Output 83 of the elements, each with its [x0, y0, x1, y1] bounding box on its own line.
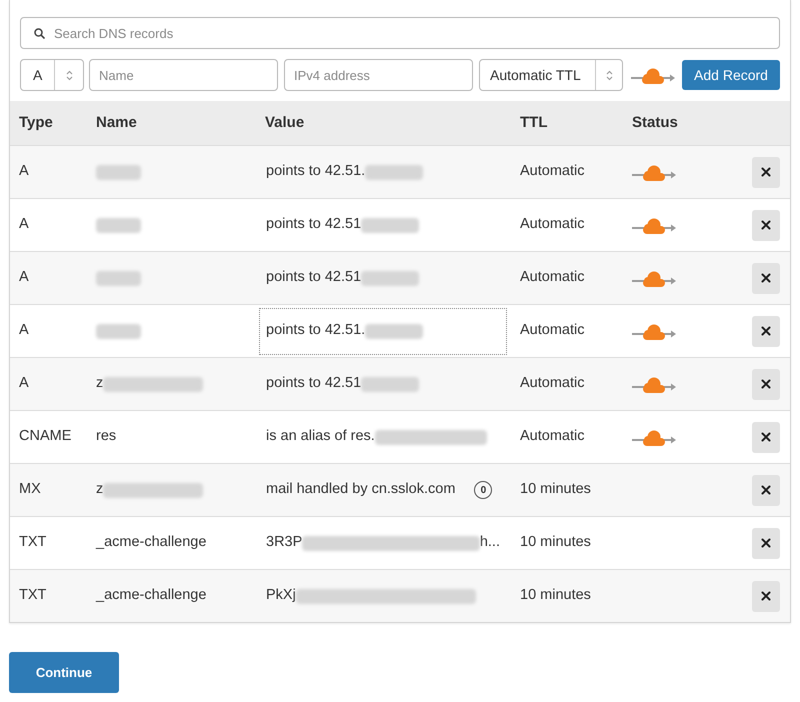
record-value: PkXj	[266, 586, 296, 606]
record-value: points to 42.51	[266, 215, 362, 234]
record-name: z	[96, 480, 104, 500]
record-type: TXT	[19, 587, 46, 604]
close-icon	[761, 432, 771, 442]
record-ttl: Automatic	[520, 163, 584, 180]
record-ttl: 10 minutes	[520, 587, 591, 604]
value-cell[interactable]: points to 42.51	[259, 254, 507, 302]
type-select[interactable]: A	[20, 59, 84, 91]
stepper-icon	[66, 70, 72, 80]
cloud-proxy-icon[interactable]	[632, 164, 676, 180]
close-icon	[761, 379, 771, 389]
close-icon	[761, 220, 771, 230]
delete-button[interactable]	[752, 156, 780, 188]
record-value: points to 42.51.	[266, 321, 366, 340]
search-icon	[34, 28, 45, 39]
ipv4-address-field[interactable]: IPv4 address	[284, 59, 473, 91]
record-value: 3R3P	[266, 533, 302, 552]
record-ttl: Automatic	[520, 428, 584, 444]
record-type: A	[19, 322, 29, 338]
delete-button[interactable]	[752, 474, 780, 506]
name-field[interactable]: Name	[89, 59, 278, 91]
record-value: points to 42.51.	[266, 162, 366, 182]
delete-button[interactable]	[752, 316, 780, 346]
record-ttl: Automatic	[520, 322, 584, 338]
record-ttl: Automatic	[520, 216, 584, 232]
value-cell[interactable]: mail handled by cn.sslok.com 0	[259, 466, 507, 514]
record-value: points to 42.51	[266, 268, 362, 288]
value-cell[interactable]: points to 42.51	[259, 202, 507, 248]
delete-button[interactable]	[752, 210, 780, 240]
value-ending: h...	[480, 533, 500, 552]
cloud-proxy-icon[interactable]	[632, 322, 676, 340]
value-cell[interactable]: points to 42.51.	[259, 308, 507, 354]
cloud-proxy-icon[interactable]	[632, 428, 676, 446]
record-value: is an alias of res.	[266, 427, 375, 446]
record-type: TXT	[19, 534, 46, 550]
close-icon	[761, 326, 771, 336]
record-ttl: Automatic	[520, 375, 584, 392]
cloud-proxy-icon[interactable]	[631, 66, 675, 84]
cloud-proxy-icon[interactable]	[632, 216, 676, 234]
column-header: Status	[632, 114, 678, 131]
delete-button[interactable]	[752, 580, 780, 612]
record-name: _acme-challenge	[96, 533, 206, 552]
continue-button[interactable]: Continue	[9, 652, 119, 693]
value-cell[interactable]: is an alias of res.	[259, 414, 507, 460]
delete-button[interactable]	[752, 262, 780, 294]
record-type: MX	[19, 481, 41, 498]
delete-button[interactable]	[752, 368, 780, 400]
record-type: A	[19, 269, 29, 286]
record-name: _acme-challenge	[96, 586, 206, 606]
record-name: z	[96, 374, 104, 394]
cloud-proxy-icon[interactable]	[632, 376, 676, 392]
ttl-select[interactable]: Automatic TTL	[479, 59, 623, 91]
delete-button[interactable]	[752, 528, 780, 558]
record-ttl: 10 minutes	[520, 534, 591, 550]
search-field[interactable]: Search DNS records	[20, 17, 780, 49]
close-icon	[761, 538, 771, 548]
stepper-icon	[606, 70, 612, 80]
column-header: TTL	[520, 114, 548, 131]
delete-button[interactable]	[752, 422, 780, 452]
cloud-proxy-icon[interactable]	[632, 270, 676, 286]
column-header: Name	[96, 114, 137, 131]
value-cell[interactable]: points to 42.51	[259, 360, 507, 408]
column-header: Type	[19, 114, 53, 131]
record-ttl: 10 minutes	[520, 481, 591, 498]
priority-badge: 0	[474, 481, 492, 499]
close-icon	[761, 591, 771, 601]
record-name: res	[96, 427, 116, 446]
record-ttl: Automatic	[520, 269, 584, 286]
add-record-button[interactable]: Add Record	[682, 60, 780, 90]
value-cell[interactable]: PkXj	[259, 572, 507, 620]
record-type: A	[19, 163, 29, 180]
close-icon	[761, 485, 771, 495]
record-type: A	[19, 375, 29, 392]
column-header: Value	[265, 114, 304, 131]
value-cell[interactable]: points to 42.51.	[259, 148, 507, 196]
close-icon	[761, 273, 771, 283]
value-cell[interactable]: 3R3P h...	[259, 520, 507, 566]
record-type: CNAME	[19, 428, 72, 444]
record-value: points to 42.51	[266, 374, 362, 394]
record-type: A	[19, 216, 29, 232]
record-value: mail handled by cn.sslok.com	[266, 480, 456, 500]
close-icon	[761, 167, 771, 177]
